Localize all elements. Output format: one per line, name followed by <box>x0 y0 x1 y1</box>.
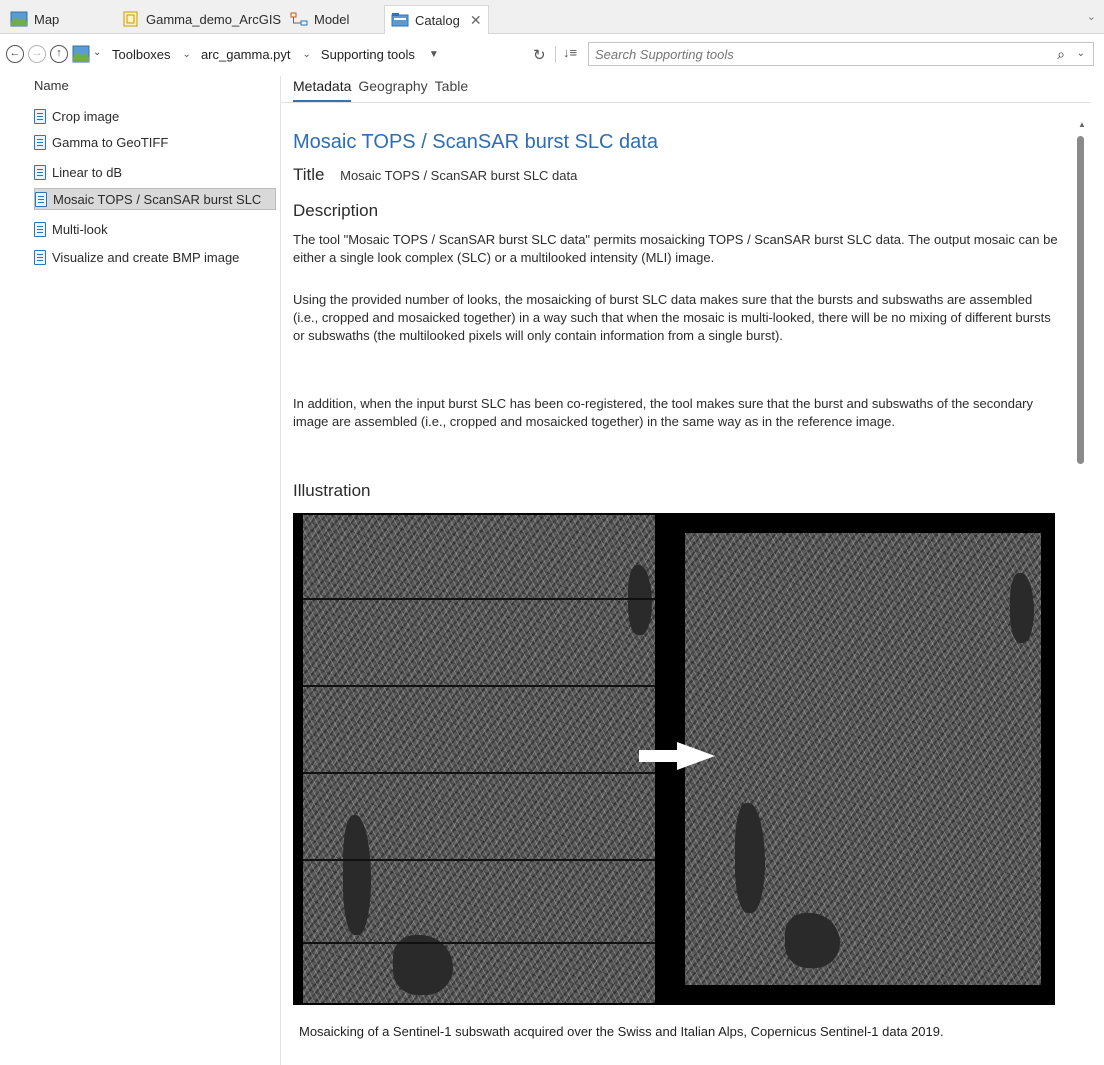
illustration-image <box>293 513 1055 1005</box>
tab-catalog[interactable]: Catalog ✕ <box>384 5 489 34</box>
divider <box>555 46 556 63</box>
arrow-head <box>677 742 715 770</box>
chevron-down-icon[interactable]: ⌄ <box>93 47 101 58</box>
illustration-heading: Illustration <box>293 481 371 500</box>
tool-label: Multi-look <box>52 221 108 237</box>
close-icon[interactable]: ✕ <box>470 12 482 29</box>
title-value: Mosaic TOPS / ScanSAR burst SLC data <box>340 168 578 183</box>
tab-label: Gamma_demo_ArcGIS <box>146 11 282 27</box>
layout-icon <box>123 11 138 27</box>
sort-icon[interactable]: ↓≡ <box>563 45 577 60</box>
lake-shape <box>393 935 453 995</box>
script-tool-icon <box>34 108 46 124</box>
address-bar: ← → ↑ ⌄ Toolboxes ⌄ arc_gamma.pyt ⌄ Supp… <box>0 34 1104 76</box>
burst-boundary <box>303 772 655 774</box>
tab-strip: Map Gamma_demo_ArcGIS Model Catalog ✕ ⌄ <box>0 0 1104 34</box>
location-icon[interactable] <box>72 45 90 63</box>
forward-icon[interactable]: → <box>28 45 46 63</box>
chevron-down-icon[interactable]: ⌄ <box>1087 10 1096 23</box>
tool-item[interactable]: Linear to dB <box>34 161 276 183</box>
tab-layout[interactable]: Gamma_demo_ArcGIS <box>116 6 287 32</box>
breadcrumb-item[interactable]: Toolboxes <box>112 47 171 62</box>
tab-label: Map <box>34 11 60 27</box>
up-icon[interactable]: ↑ <box>50 45 68 63</box>
description-heading: Description <box>293 201 379 220</box>
tool-item[interactable]: Visualize and create BMP image <box>34 246 276 268</box>
script-tool-icon <box>34 249 46 265</box>
page-title: Mosaic TOPS / ScanSAR burst SLC data <box>293 131 658 153</box>
tool-label: Mosaic TOPS / ScanSAR burst SLC <box>53 191 262 207</box>
tab-geography[interactable]: Geography <box>358 78 427 102</box>
tab-label: Model <box>314 11 350 27</box>
title-row: Title Mosaic TOPS / ScanSAR burst SLC da… <box>293 165 577 185</box>
description-paragraph: Using the provided number of looks, the … <box>293 292 1051 343</box>
script-tool-icon <box>35 191 47 207</box>
lake-shape <box>785 913 840 968</box>
script-tool-icon <box>34 164 46 180</box>
tab-map[interactable]: Map <box>4 6 65 32</box>
lake-shape <box>735 803 765 913</box>
script-tool-icon <box>34 134 46 150</box>
description-paragraph: In addition, when the input burst SLC ha… <box>293 396 1033 429</box>
breadcrumb-item[interactable]: arc_gamma.pyt <box>201 47 291 62</box>
burst-image-before <box>303 515 655 1003</box>
chevron-down-icon[interactable]: ⌄ <box>1077 48 1085 59</box>
tab-label: Catalog <box>415 12 460 28</box>
divider <box>281 102 1091 103</box>
tab-model[interactable]: Model <box>284 6 355 32</box>
chevron-down-icon[interactable]: ⌄ <box>183 49 191 60</box>
lake-shape <box>628 565 652 635</box>
lake-shape <box>1010 573 1034 643</box>
search-icon[interactable]: ⌕ <box>1057 46 1065 63</box>
tool-label: Visualize and create BMP image <box>52 249 240 265</box>
tool-label: Gamma to GeoTIFF <box>52 134 169 150</box>
tool-label: Crop image <box>52 108 120 124</box>
burst-boundary <box>303 942 655 944</box>
description-paragraph: The tool "Mosaic TOPS / ScanSAR burst SL… <box>293 232 1058 265</box>
arrow-icon <box>639 750 679 762</box>
burst-boundary <box>303 859 655 861</box>
scroll-up-icon[interactable]: ▲ <box>1078 120 1086 129</box>
tool-item-selected[interactable]: Mosaic TOPS / ScanSAR burst SLC <box>34 188 276 210</box>
catalog-icon <box>391 13 409 27</box>
tool-label: Linear to dB <box>52 164 123 180</box>
search-input[interactable] <box>589 43 1029 65</box>
breadcrumb: Toolboxes ⌄ arc_gamma.pyt ⌄ Supporting t… <box>112 44 449 64</box>
tool-item[interactable]: Gamma to GeoTIFF <box>34 131 276 153</box>
mosaic-image-after <box>685 533 1041 985</box>
tab-table[interactable]: Table <box>435 78 468 102</box>
contents-pane: Name Crop image Gamma to GeoTIFF Linear … <box>0 76 276 1065</box>
chevron-down-icon[interactable]: ⌄ <box>303 49 311 60</box>
back-icon[interactable]: ← <box>6 45 24 63</box>
script-tool-icon <box>34 221 46 237</box>
scrollbar-thumb[interactable] <box>1077 136 1084 464</box>
metadata-pane: Metadata Geography Table Mosaic TOPS / S… <box>280 76 1104 1065</box>
figure-caption: Mosaicking of a Sentinel-1 subswath acqu… <box>299 1024 944 1039</box>
burst-boundary <box>303 685 655 687</box>
tool-item[interactable]: Crop image <box>34 105 276 127</box>
search-box: ⌕ ⌄ <box>588 42 1094 66</box>
burst-boundary <box>303 598 655 600</box>
map-icon <box>10 11 28 27</box>
title-label: Title <box>293 165 325 184</box>
lake-shape <box>343 815 371 935</box>
refresh-icon[interactable]: ↻ <box>533 46 546 64</box>
dropdown-arrow-icon[interactable]: ▼ <box>429 49 439 60</box>
tab-metadata[interactable]: Metadata <box>293 78 352 102</box>
tool-item[interactable]: Multi-look <box>34 218 276 240</box>
breadcrumb-item[interactable]: Supporting tools <box>321 47 415 62</box>
column-header-name[interactable]: Name <box>34 78 69 93</box>
model-icon <box>290 12 308 26</box>
view-tabs: Metadata Geography Table <box>293 78 475 102</box>
